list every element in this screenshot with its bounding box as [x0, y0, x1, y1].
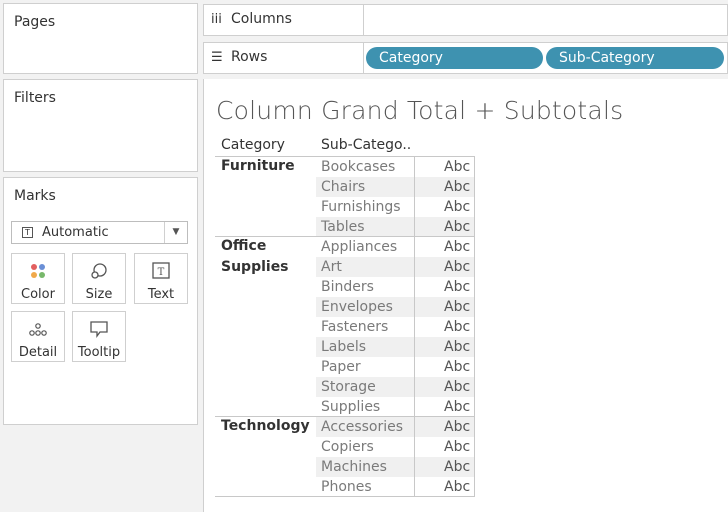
- text-button[interactable]: T Text: [134, 253, 188, 304]
- value-column-divider: [414, 156, 415, 497]
- category-office-supplies-line2[interactable]: Supplies: [221, 257, 289, 278]
- sub-category-cell[interactable]: Paper: [321, 357, 361, 377]
- category-technology[interactable]: Technology: [221, 416, 310, 437]
- value-cell[interactable]: Abc: [444, 437, 470, 457]
- sub-category-cell[interactable]: Binders: [321, 277, 374, 297]
- category-header[interactable]: Category: [221, 137, 285, 153]
- tooltip-button[interactable]: Tooltip: [72, 311, 126, 362]
- sub-category-cell[interactable]: Storage: [321, 377, 376, 397]
- value-cell[interactable]: Abc: [444, 417, 470, 437]
- filters-title: Filters: [14, 90, 56, 106]
- sub-category-cell[interactable]: Fasteners: [321, 317, 388, 337]
- tooltip-icon: [73, 320, 125, 338]
- sub-category-cell[interactable]: Art: [321, 257, 342, 277]
- category-furniture[interactable]: Furniture: [221, 156, 295, 177]
- chevron-down-icon[interactable]: ▼: [164, 222, 187, 243]
- sub-category-pill[interactable]: Sub-Category: [546, 47, 724, 69]
- value-cell[interactable]: Abc: [444, 397, 470, 417]
- sub-category-pill-label: Sub-Category: [559, 50, 655, 66]
- tooltip-label: Tooltip: [77, 345, 121, 360]
- value-cell[interactable]: Abc: [444, 217, 470, 237]
- pages-title: Pages: [14, 14, 56, 30]
- value-cell[interactable]: Abc: [444, 257, 470, 277]
- row-divider: [215, 496, 474, 497]
- mark-type-label: Automatic: [42, 225, 109, 240]
- marks-title: Marks: [14, 188, 56, 204]
- svg-text:T: T: [158, 267, 165, 278]
- view-title: Column Grand Total + Subtotals: [216, 96, 624, 125]
- view-canvas[interactable]: Column Grand Total + Subtotals Category …: [203, 79, 728, 512]
- sub-category-cell[interactable]: Supplies: [321, 397, 380, 417]
- detail-label: Detail: [18, 345, 58, 360]
- value-cell[interactable]: Abc: [444, 197, 470, 217]
- sub-category-cell[interactable]: Bookcases: [321, 157, 395, 177]
- detail-icon: [12, 320, 64, 338]
- color-button[interactable]: Color: [11, 253, 65, 304]
- text-mark-icon: T: [22, 227, 33, 238]
- value-cell[interactable]: Abc: [444, 157, 470, 177]
- size-icon: [73, 262, 125, 280]
- sub-category-cell[interactable]: Accessories: [321, 417, 403, 437]
- value-cell[interactable]: Abc: [444, 237, 470, 257]
- value-cell[interactable]: Abc: [444, 177, 470, 197]
- mark-type-dropdown[interactable]: T Automatic ▼: [11, 221, 188, 244]
- text-icon: T: [135, 262, 187, 280]
- value-cell[interactable]: Abc: [444, 337, 470, 357]
- sub-category-cell[interactable]: Chairs: [321, 177, 365, 197]
- category-office-supplies-line1[interactable]: Office: [221, 236, 266, 257]
- columns-icon: iii: [211, 12, 222, 27]
- sub-category-cell[interactable]: Labels: [321, 337, 366, 357]
- pages-panel[interactable]: Pages: [3, 3, 198, 74]
- sub-category-cell[interactable]: Machines: [321, 457, 387, 477]
- sub-category-cell[interactable]: Copiers: [321, 437, 374, 457]
- category-pill[interactable]: Category: [366, 47, 543, 69]
- category-pill-label: Category: [379, 50, 443, 66]
- sub-category-cell[interactable]: Phones: [321, 477, 372, 497]
- color-label: Color: [21, 287, 55, 302]
- sub-category-cell[interactable]: Furnishings: [321, 197, 401, 217]
- rows-shelf[interactable]: ☰ Rows Category Sub-Category: [203, 42, 728, 74]
- value-cell[interactable]: Abc: [444, 477, 470, 497]
- value-cell[interactable]: Abc: [444, 377, 470, 397]
- columns-shelf[interactable]: iii Columns: [203, 4, 728, 36]
- sub-category-cell[interactable]: Appliances: [321, 237, 397, 257]
- value-cell[interactable]: Abc: [444, 357, 470, 377]
- sub-category-cell[interactable]: Tables: [321, 217, 365, 237]
- color-icon: [12, 262, 64, 280]
- value-cell[interactable]: Abc: [444, 277, 470, 297]
- columns-shelf-label: iii Columns: [204, 5, 364, 35]
- sub-category-cell[interactable]: Envelopes: [321, 297, 393, 317]
- columns-label: Columns: [231, 11, 292, 27]
- table-right-border: [474, 156, 475, 497]
- size-label: Size: [85, 287, 113, 302]
- detail-button[interactable]: Detail: [11, 311, 65, 362]
- sub-category-header[interactable]: Sub-Catego..: [321, 137, 411, 153]
- size-button[interactable]: Size: [72, 253, 126, 304]
- filters-panel[interactable]: Filters: [3, 79, 198, 172]
- rows-shelf-label: ☰ Rows: [204, 43, 364, 73]
- text-label: Text: [147, 287, 175, 302]
- rows-label: Rows: [231, 49, 268, 65]
- value-cell[interactable]: Abc: [444, 457, 470, 477]
- value-cell[interactable]: Abc: [444, 317, 470, 337]
- rows-icon: ☰: [211, 50, 223, 65]
- value-cell[interactable]: Abc: [444, 297, 470, 317]
